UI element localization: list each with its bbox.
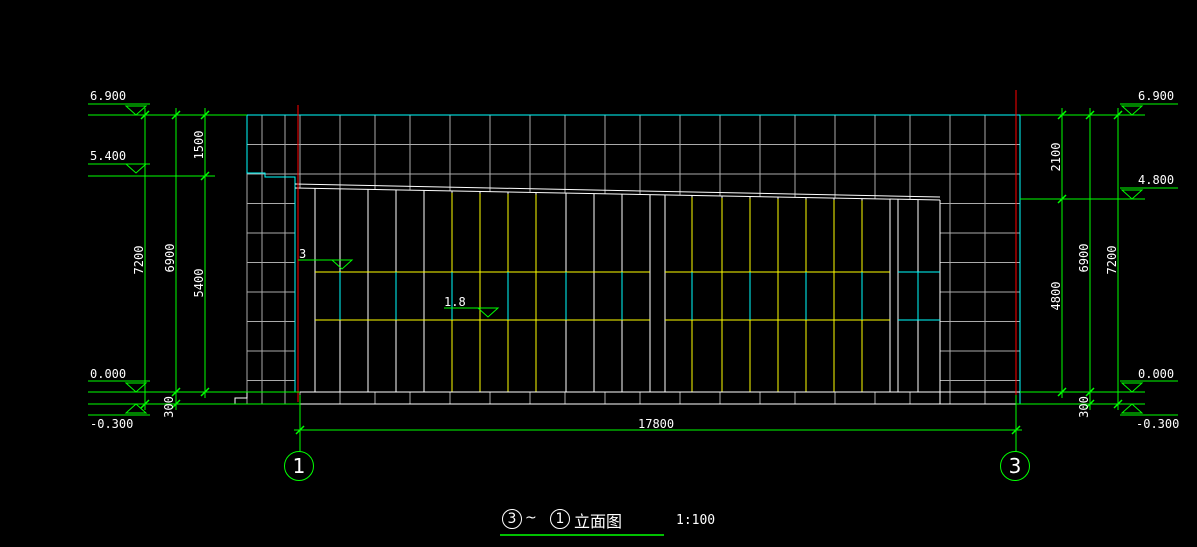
dim-horizontal: 17800: [638, 417, 675, 431]
axis-bubble-right: 3: [1000, 451, 1030, 481]
elevation-marker: [1120, 189, 1144, 200]
dim-left-inner: 6900: [163, 243, 177, 273]
elevation-marker: [124, 382, 148, 393]
elevation-label-left-top: 6.900: [90, 89, 127, 103]
building-outline: [140, 90, 1145, 405]
title-axis-from: 3: [502, 509, 522, 529]
dim-right-inner: 6900: [1077, 243, 1091, 273]
level-mark-b: 1.8: [444, 295, 466, 309]
elevation-marker: [1120, 382, 1144, 393]
curtain-wall-mask: [295, 188, 940, 392]
dim-right-plinth: 300: [1077, 396, 1091, 418]
level-mark-a: 3: [299, 247, 307, 261]
left-profile: [246, 115, 296, 392]
dim-left-lower: 5400: [192, 268, 206, 298]
elevation-label-right-top: 6.900: [1138, 89, 1175, 103]
axis-bubble-left: 1: [284, 451, 314, 481]
dim-left-outer: 7200: [132, 245, 146, 275]
elevation-marker: [1120, 105, 1144, 116]
dim-right-upper: 2100: [1049, 142, 1063, 172]
dim-left-plinth: 300: [162, 396, 176, 418]
dim-left-upper: 1500: [192, 130, 206, 160]
elevation-marker: [124, 163, 148, 174]
drawing-title: 立面图: [574, 512, 623, 531]
elevation-label-left-base: -0.300: [90, 417, 134, 431]
dim-right-outer: 7200: [1105, 245, 1119, 275]
dim-right-lower: 4800: [1049, 281, 1063, 311]
elevation-marker: [124, 105, 148, 116]
elevation-label-left-ground: 0.000: [90, 367, 127, 381]
title-separator: ~: [525, 510, 537, 526]
elevation-label-right-ground: 0.000: [1138, 367, 1175, 381]
elevation-label-right-base: -0.300: [1136, 417, 1180, 431]
drawing-scale: 1:100: [676, 513, 716, 528]
elevation-marker: [1120, 403, 1144, 414]
elevation-label-left-mid: 5.400: [90, 149, 127, 163]
title-axis-to: 1: [550, 509, 570, 529]
elevation-label-right-mid: 4.800: [1138, 173, 1175, 187]
plinth-step: [234, 391, 295, 404]
